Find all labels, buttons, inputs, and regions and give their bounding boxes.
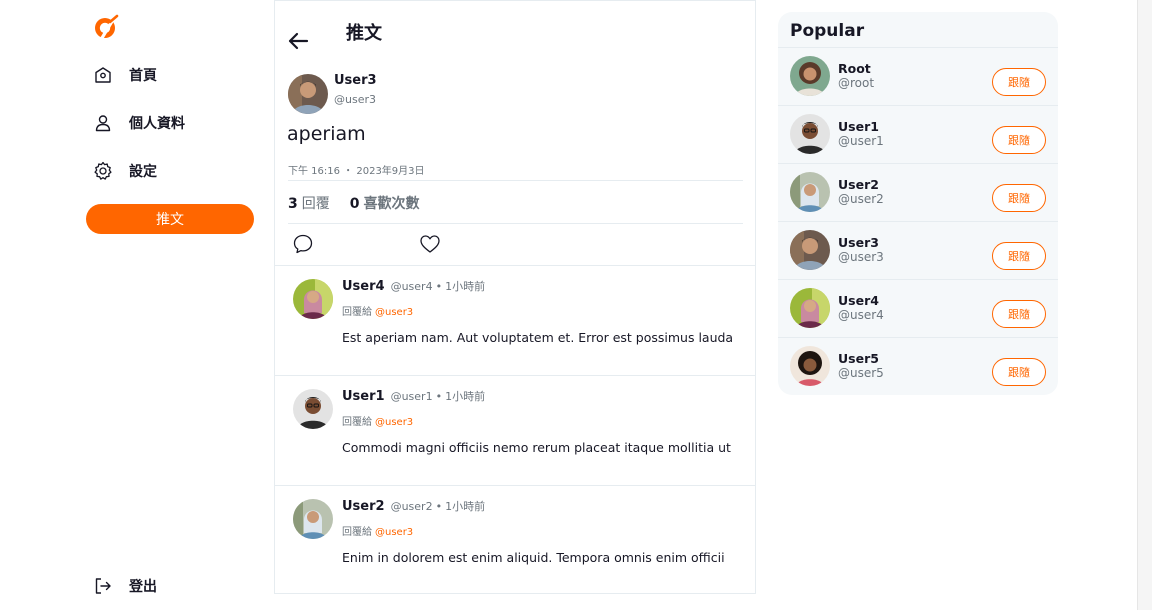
nav-item-home[interactable]: 首頁 (93, 63, 157, 87)
logout-icon (93, 576, 113, 596)
reply-time: 1小時前 (445, 280, 486, 293)
popular-user-row: Root @root 跟隨 (778, 47, 1058, 105)
reply-author-handle: @user4 (390, 280, 433, 293)
tweet-button[interactable]: 推文 (86, 204, 254, 234)
avatar[interactable] (288, 74, 328, 114)
logout-button[interactable]: 登出 (93, 574, 157, 598)
avatar[interactable] (293, 389, 333, 429)
popular-user-name[interactable]: User5 (838, 351, 879, 366)
reply-to-link[interactable]: @user3 (375, 417, 413, 428)
reply-author-name[interactable]: User1 (342, 389, 385, 404)
popular-user-name[interactable]: User1 (838, 119, 879, 134)
popular-user-name[interactable]: User4 (838, 293, 879, 308)
popular-user-handle: @user2 (838, 192, 884, 206)
reply-count: 3 (288, 196, 298, 212)
reply-item[interactable]: User4 @user4 • 1小時前 回覆給 @user3 Est aperia… (275, 266, 755, 376)
popular-user-name[interactable]: Root (838, 61, 871, 76)
author-name[interactable]: User3 (334, 73, 377, 88)
follow-button[interactable]: 跟隨 (992, 184, 1046, 212)
logo-icon[interactable] (93, 14, 119, 40)
popular-panel: Popular Root @root 跟隨 User1 @user1 跟隨 Us… (778, 12, 1058, 395)
reply-to-line: 回覆給 @user3 (342, 413, 413, 428)
popular-user-name[interactable]: User2 (838, 177, 879, 192)
avatar[interactable] (790, 346, 830, 386)
popular-user-handle: @user5 (838, 366, 884, 380)
reply-author-name[interactable]: User2 (342, 499, 385, 514)
avatar[interactable] (790, 114, 830, 154)
nav-label-home: 首頁 (129, 68, 157, 84)
page-title: 推文 (346, 23, 382, 44)
reply-item[interactable]: User1 @user1 • 1小時前 回覆給 @user3 Commodi ma… (275, 376, 755, 486)
reply-to-link[interactable]: @user3 (375, 527, 413, 538)
follow-button[interactable]: 跟隨 (992, 242, 1046, 270)
reply-to-label: 回覆給 (342, 417, 372, 428)
follow-button[interactable]: 跟隨 (992, 300, 1046, 328)
reply-icon[interactable] (292, 233, 314, 255)
back-arrow-icon[interactable] (287, 31, 309, 51)
reply-text: Enim in dolorem est enim aliquid. Tempor… (342, 550, 725, 565)
reply-to-label: 回覆給 (342, 307, 372, 318)
heart-icon[interactable] (419, 233, 441, 255)
popular-user-row: User2 @user2 跟隨 (778, 163, 1058, 221)
reply-header: User4 @user4 • 1小時前 (342, 278, 485, 294)
popular-user-row: User5 @user5 跟隨 (778, 337, 1058, 395)
like-count: 0 (349, 196, 360, 212)
popular-user-handle: @root (838, 76, 875, 90)
avatar[interactable] (790, 230, 830, 270)
window-edge (1137, 0, 1152, 610)
reply-to-line: 回覆給 @user3 (342, 303, 413, 318)
reply-count-label: 回覆 (301, 196, 330, 212)
user-icon (93, 113, 113, 133)
avatar[interactable] (293, 499, 333, 539)
reply-text: Commodi magni officiis nemo rerum placea… (342, 440, 731, 455)
avatar[interactable] (790, 56, 830, 96)
home-icon (93, 65, 113, 85)
reply-to-link[interactable]: @user3 (375, 307, 413, 318)
divider (288, 223, 743, 224)
reply-stat: 3 回覆 (288, 193, 330, 213)
nav-label-settings: 設定 (129, 164, 157, 180)
reply-author-handle: @user2 (390, 500, 433, 513)
divider (288, 180, 743, 181)
nav-item-profile[interactable]: 個人資料 (93, 111, 185, 135)
reply-header: User2 @user2 • 1小時前 (342, 498, 485, 514)
separator-dot: • (435, 500, 443, 513)
author-handle: @user3 (334, 93, 376, 106)
reply-time: 1小時前 (445, 390, 486, 403)
popular-user-handle: @user3 (838, 250, 884, 264)
gear-icon (93, 161, 113, 181)
reply-header: User1 @user1 • 1小時前 (342, 388, 485, 404)
like-count-label: 喜歡次數 (363, 196, 420, 212)
popular-user-handle: @user1 (838, 134, 884, 148)
nav-label-profile: 個人資料 (129, 116, 185, 132)
popular-user-row: User3 @user3 跟隨 (778, 221, 1058, 279)
tweet-timestamp: 下午 16:16 ・ 2023年9月3日 (288, 166, 425, 177)
reply-to-line: 回覆給 @user3 (342, 523, 413, 538)
popular-title: Popular (790, 21, 865, 41)
reply-time: 1小時前 (445, 500, 486, 513)
reply-author-name[interactable]: User4 (342, 279, 385, 294)
popular-user-row: User4 @user4 跟隨 (778, 279, 1058, 337)
like-stat: 0 喜歡次數 (350, 193, 420, 213)
avatar[interactable] (790, 288, 830, 328)
avatar[interactable] (293, 279, 333, 319)
popular-user-handle: @user4 (838, 308, 884, 322)
popular-user-name[interactable]: User3 (838, 235, 879, 250)
reply-text: Est aperiam nam. Aut voluptatem et. Erro… (342, 330, 734, 345)
tweet-stats: 3 回覆 0 喜歡次數 (288, 193, 420, 213)
tweet-detail-panel: 推文 User3 @user3 aperiam 下午 16:16 ・ 2023年… (274, 0, 756, 594)
logout-label: 登出 (129, 579, 157, 595)
reply-to-label: 回覆給 (342, 527, 372, 538)
avatar[interactable] (790, 172, 830, 212)
reply-author-handle: @user1 (390, 390, 433, 403)
tweet-text: aperiam (287, 123, 366, 145)
separator-dot: • (435, 390, 443, 403)
follow-button[interactable]: 跟隨 (992, 358, 1046, 386)
separator-dot: • (435, 280, 443, 293)
nav-item-settings[interactable]: 設定 (93, 159, 157, 183)
follow-button[interactable]: 跟隨 (992, 68, 1046, 96)
popular-user-row: User1 @user1 跟隨 (778, 105, 1058, 163)
follow-button[interactable]: 跟隨 (992, 126, 1046, 154)
reply-item[interactable]: User2 @user2 • 1小時前 回覆給 @user3 Enim in do… (275, 486, 755, 596)
